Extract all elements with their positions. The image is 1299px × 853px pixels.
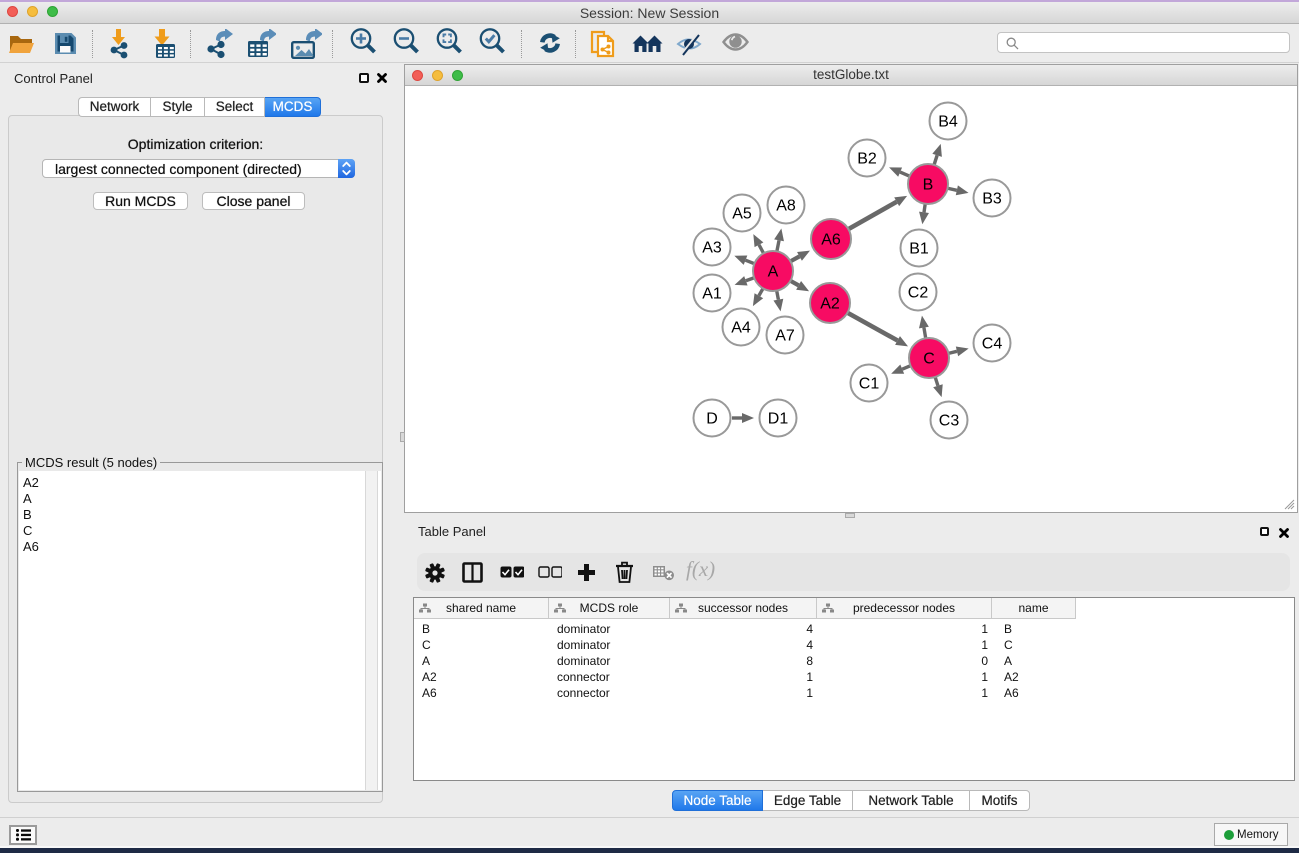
svg-text:A5: A5 [732, 206, 752, 223]
svg-text:A1: A1 [702, 286, 722, 303]
svg-text:D: D [706, 411, 718, 428]
svg-text:B2: B2 [857, 151, 877, 168]
svg-text:D1: D1 [768, 411, 789, 428]
svg-text:C1: C1 [859, 376, 880, 393]
svg-text:A4: A4 [731, 320, 751, 337]
svg-text:C: C [923, 351, 935, 368]
svg-text:A2: A2 [820, 296, 840, 313]
svg-text:C3: C3 [939, 413, 960, 430]
svg-text:C4: C4 [982, 336, 1003, 353]
svg-text:A6: A6 [821, 232, 841, 249]
svg-text:B4: B4 [938, 114, 958, 131]
svg-text:B1: B1 [909, 241, 929, 258]
svg-text:A7: A7 [775, 328, 795, 345]
svg-text:B3: B3 [982, 191, 1002, 208]
svg-text:A8: A8 [776, 198, 796, 215]
svg-text:B: B [923, 177, 934, 194]
svg-text:A3: A3 [702, 240, 722, 257]
svg-text:C2: C2 [908, 285, 929, 302]
svg-text:A: A [768, 264, 779, 281]
